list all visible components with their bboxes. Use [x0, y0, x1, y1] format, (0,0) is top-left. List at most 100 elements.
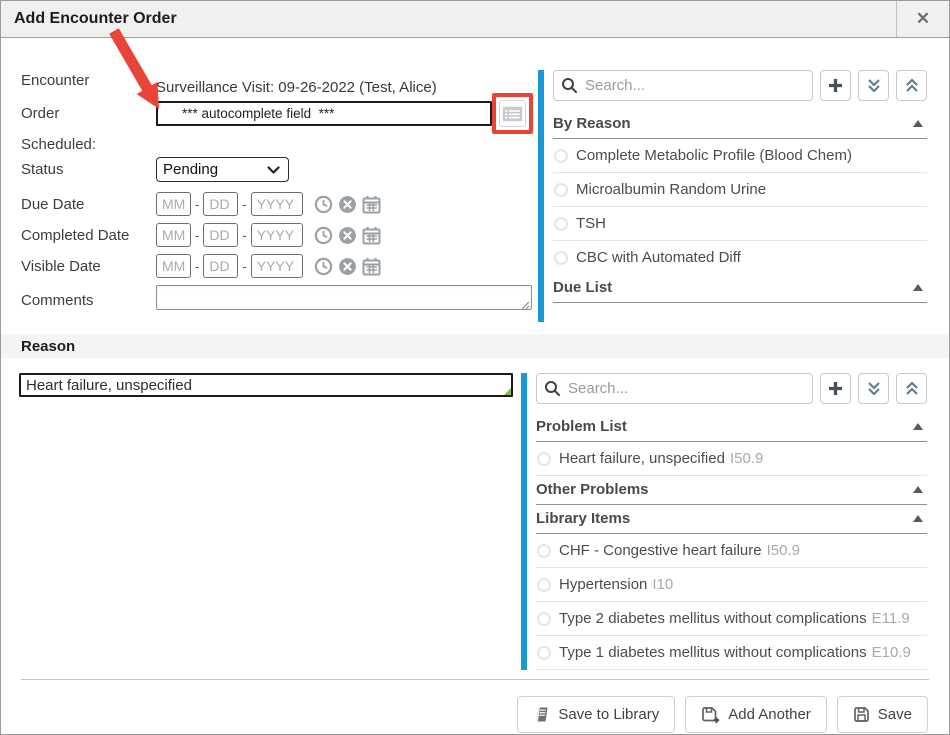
save-icon: [853, 706, 870, 723]
order-item-label: CBC with Automated Diff: [576, 249, 741, 266]
icd-code: I50.9: [767, 542, 800, 559]
reason-item-label: Type 2 diabetes mellitus without complic…: [559, 610, 867, 627]
visible-date-day-input[interactable]: [203, 254, 238, 278]
clock-icon[interactable]: [314, 226, 333, 245]
dialog-title: Add Encounter Order: [1, 1, 896, 37]
icd-code: E11.9: [872, 610, 910, 627]
orders-panel: By Reason Complete Metabolic Profile (Bl…: [538, 70, 927, 322]
clear-date-icon[interactable]: [338, 226, 357, 245]
radio-icon[interactable]: [554, 183, 568, 197]
date-separator: -: [195, 197, 199, 212]
collapse-triangle-icon: [913, 515, 923, 522]
add-order-button[interactable]: [820, 70, 851, 101]
due-date-day-input[interactable]: [203, 192, 238, 216]
completed-date-year-input[interactable]: [251, 223, 303, 247]
double-chevron-down-icon: [866, 381, 882, 396]
calendar-icon[interactable]: [362, 195, 381, 214]
date-separator: -: [242, 197, 246, 212]
collapse-triangle-icon: [913, 423, 923, 430]
collapse-all-button[interactable]: [896, 70, 927, 101]
close-button[interactable]: ✕: [896, 1, 949, 37]
status-select[interactable]: Pending: [156, 157, 289, 182]
radio-icon[interactable]: [537, 544, 551, 558]
radio-icon[interactable]: [554, 251, 568, 265]
section-header-library-items[interactable]: Library Items: [536, 505, 927, 534]
radio-icon[interactable]: [537, 578, 551, 592]
completed-date-day-input[interactable]: [203, 223, 238, 247]
clear-date-icon[interactable]: [338, 195, 357, 214]
visible-date-label: Visible Date: [21, 258, 156, 275]
orders-search-input[interactable]: [553, 70, 813, 101]
order-item[interactable]: TSH: [553, 207, 927, 241]
reasons-panel-toolbar: [536, 373, 927, 404]
section-header-due-list[interactable]: Due List: [553, 274, 927, 303]
clock-icon[interactable]: [314, 257, 333, 276]
save-to-library-button[interactable]: Save to Library: [517, 696, 675, 733]
comments-textarea[interactable]: [156, 285, 532, 310]
add-another-button[interactable]: Add Another: [685, 696, 827, 733]
icd-code: I10: [652, 576, 673, 593]
top-section: Encounter Surveillance Visit: 09-26-2022…: [1, 38, 949, 322]
reason-section-header: Reason: [1, 334, 949, 358]
double-chevron-up-icon: [904, 78, 920, 93]
order-item[interactable]: Complete Metabolic Profile (Blood Chem): [553, 139, 927, 173]
section-title: By Reason: [553, 115, 631, 132]
encounter-value: Surveillance Visit: 09-26-2022 (Test, Al…: [156, 70, 437, 96]
section-header-by-reason[interactable]: By Reason: [553, 110, 927, 139]
clock-icon[interactable]: [314, 195, 333, 214]
encounter-row: Encounter Surveillance Visit: 09-26-2022…: [21, 70, 538, 96]
reason-item[interactable]: Type 2 diabetes mellitus without complic…: [536, 602, 927, 636]
search-icon: [561, 77, 578, 94]
order-autocomplete-input[interactable]: [156, 101, 492, 126]
reason-item-label: CHF - Congestive heart failure: [559, 542, 762, 559]
visible-date-month-input[interactable]: [156, 254, 191, 278]
calendar-icon[interactable]: [362, 226, 381, 245]
due-date-row: Due Date - -: [21, 192, 538, 216]
plus-icon: [827, 380, 844, 397]
expand-all-button[interactable]: [858, 373, 889, 404]
date-separator: -: [195, 228, 199, 243]
order-item-label: Microalbumin Random Urine: [576, 181, 766, 198]
due-date-label: Due Date: [21, 196, 156, 213]
radio-icon[interactable]: [537, 646, 551, 660]
reason-input[interactable]: [19, 373, 513, 397]
due-date-year-input[interactable]: [251, 192, 303, 216]
order-item[interactable]: Microalbumin Random Urine: [553, 173, 927, 207]
collapse-triangle-icon: [913, 284, 923, 291]
due-date-month-input[interactable]: [156, 192, 191, 216]
add-another-label: Add Another: [728, 706, 811, 723]
order-picker-button[interactable]: [499, 100, 526, 127]
double-chevron-down-icon: [866, 78, 882, 93]
expand-all-button[interactable]: [858, 70, 889, 101]
visible-date-year-input[interactable]: [251, 254, 303, 278]
add-reason-button[interactable]: [820, 373, 851, 404]
section-header-problem-list[interactable]: Problem List: [536, 413, 927, 442]
status-label: Status: [21, 161, 156, 178]
reason-item[interactable]: Type 1 diabetes mellitus without complic…: [536, 636, 927, 670]
visible-date-row: Visible Date - -: [21, 254, 538, 278]
section-title: Other Problems: [536, 481, 649, 498]
plus-icon: [827, 77, 844, 94]
scheduled-row: Scheduled:: [21, 136, 538, 153]
collapse-all-button[interactable]: [896, 373, 927, 404]
reason-item[interactable]: HypertensionI10: [536, 568, 927, 602]
reason-item[interactable]: Heart failure, unspecifiedI50.9: [536, 442, 927, 476]
radio-icon[interactable]: [537, 452, 551, 466]
radio-icon[interactable]: [537, 612, 551, 626]
order-item[interactable]: CBC with Automated Diff: [553, 241, 927, 274]
completed-date-month-input[interactable]: [156, 223, 191, 247]
close-icon: ✕: [916, 9, 930, 29]
section-header-other-problems[interactable]: Other Problems: [536, 476, 927, 505]
radio-icon[interactable]: [554, 149, 568, 163]
reasons-search-input[interactable]: [536, 373, 813, 404]
reason-item[interactable]: CHF - Congestive heart failure I50.9: [536, 534, 927, 568]
date-separator: -: [195, 259, 199, 274]
icd-code: I50.9: [730, 450, 763, 467]
save-to-library-label: Save to Library: [558, 706, 659, 723]
radio-icon[interactable]: [554, 217, 568, 231]
clear-date-icon[interactable]: [338, 257, 357, 276]
calendar-icon[interactable]: [362, 257, 381, 276]
save-button[interactable]: Save: [837, 696, 928, 733]
bottom-section: Problem List Heart failure, unspecifiedI…: [1, 358, 949, 670]
collapse-triangle-icon: [913, 120, 923, 127]
